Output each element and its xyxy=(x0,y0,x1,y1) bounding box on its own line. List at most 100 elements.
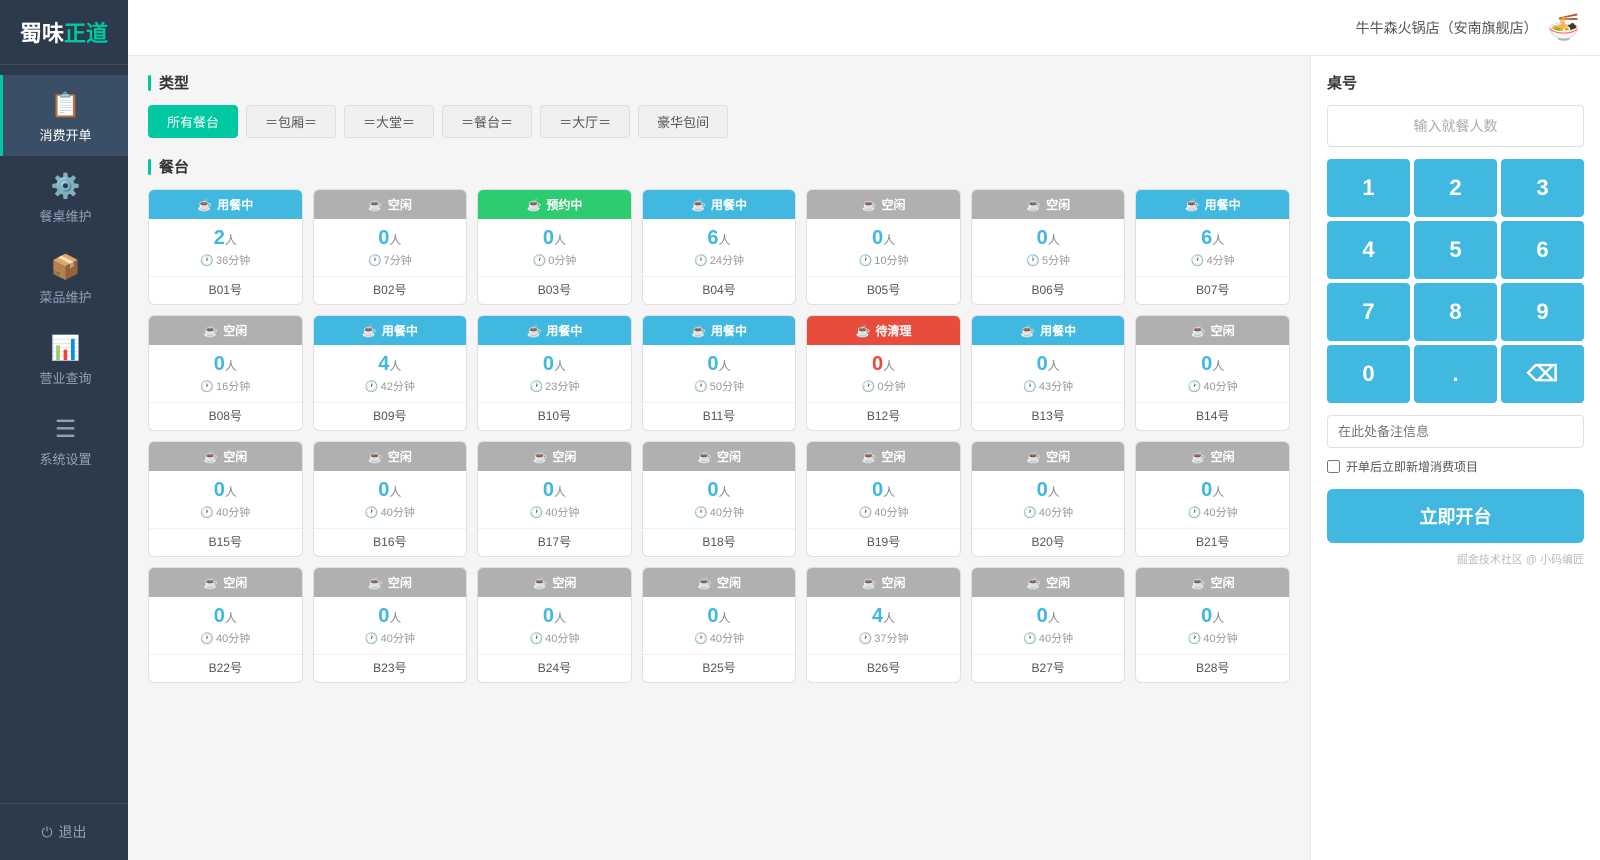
filter-dating[interactable]: ＝大厅＝ xyxy=(540,105,630,138)
sidebar: 蜀味正道 📋 消费开单 ⚙️ 餐桌维护 📦 菜品维护 📊 营业查询 ☰ 系统设置… xyxy=(0,0,128,860)
guest-unit: 人 xyxy=(883,233,895,247)
table-card[interactable]: ☕ 用餐中 6人 🕐 24分钟 B04号 xyxy=(642,189,797,305)
guest-input-display[interactable]: 输入就餐人数 xyxy=(1327,105,1584,147)
table-card[interactable]: ☕ 空闲 0人 🕐 40分钟 B28号 xyxy=(1135,567,1290,683)
table-status: ☕ 空闲 xyxy=(149,568,302,597)
table-card[interactable]: ☕ 空闲 0人 🕐 40分钟 B17号 xyxy=(477,441,632,557)
numpad-btn-6[interactable]: 6 xyxy=(1501,221,1584,279)
table-card[interactable]: ☕ 空闲 4人 🕐 37分钟 B26号 xyxy=(806,567,961,683)
filter-vip[interactable]: ＝包厢＝ xyxy=(246,105,336,138)
table-card[interactable]: ☕ 用餐中 0人 🕐 50分钟 B11号 xyxy=(642,315,797,431)
status-icon: ☕ xyxy=(691,324,706,338)
table-card[interactable]: ☕ 空闲 0人 🕐 10分钟 B05号 xyxy=(806,189,961,305)
logout-button[interactable]: ⏻ 退出 xyxy=(0,803,128,860)
add-items-checkbox[interactable] xyxy=(1327,460,1340,473)
time-value: 16分钟 xyxy=(216,378,250,394)
clock-icon: 🕐 xyxy=(1188,506,1202,519)
remarks-input[interactable] xyxy=(1327,415,1584,448)
sidebar-item-settings[interactable]: ☰ 系统设置 xyxy=(0,399,128,480)
store-info: 牛牛森火锅店（安南旗舰店） 🍜 xyxy=(1356,12,1580,43)
clock-icon: 🕐 xyxy=(529,632,543,645)
clock-icon: 🕐 xyxy=(365,632,379,645)
time-value: 40分钟 xyxy=(710,630,744,646)
filter-luxury[interactable]: 豪华包间 xyxy=(638,105,728,138)
numpad-btn-.[interactable]: . xyxy=(1414,345,1497,403)
guest-unit: 人 xyxy=(389,485,401,499)
sidebar-item-label-table: 餐桌维护 xyxy=(39,206,91,225)
clock-icon: 🕐 xyxy=(200,254,214,267)
time-value: 0分钟 xyxy=(877,378,905,394)
open-table-button[interactable]: 立即开台 xyxy=(1327,489,1584,543)
time-value: 40分钟 xyxy=(216,504,250,520)
filter-table[interactable]: ＝餐台＝ xyxy=(442,105,532,138)
clock-icon: 🕐 xyxy=(1191,254,1205,267)
clock-icon: 🕐 xyxy=(1188,632,1202,645)
table-card[interactable]: ☕ 空闲 0人 🕐 40分钟 B14号 xyxy=(1135,315,1290,431)
numpad-btn-9[interactable]: 9 xyxy=(1501,283,1584,341)
table-info: 0人 🕐 7分钟 xyxy=(314,219,467,272)
sidebar-item-menu[interactable]: 📦 菜品维护 xyxy=(0,237,128,318)
time-value: 10分钟 xyxy=(874,252,908,268)
table-card[interactable]: ☕ 空闲 0人 🕐 40分钟 B18号 xyxy=(642,441,797,557)
table-card[interactable]: ☕ 空闲 0人 🕐 16分钟 B08号 xyxy=(148,315,303,431)
table-card[interactable]: ☕ 空闲 0人 🕐 40分钟 B20号 xyxy=(971,441,1126,557)
table-card[interactable]: ☕ 空闲 0人 🕐 40分钟 B22号 xyxy=(148,567,303,683)
table-time: 🕐 42分钟 xyxy=(320,378,461,394)
numpad-btn-3[interactable]: 3 xyxy=(1501,159,1584,217)
sidebar-item-label-settings: 系统设置 xyxy=(39,449,91,468)
sidebar-item-order[interactable]: 📋 消费开单 xyxy=(0,75,128,156)
table-card[interactable]: ☕ 空闲 0人 🕐 40分钟 B23号 xyxy=(313,567,468,683)
sidebar-item-table[interactable]: ⚙️ 餐桌维护 xyxy=(0,156,128,237)
guest-unit: 人 xyxy=(389,359,401,373)
table-card[interactable]: ☕ 空闲 0人 🕐 40分钟 B21号 xyxy=(1135,441,1290,557)
sidebar-item-report[interactable]: 📊 营业查询 xyxy=(0,318,128,399)
table-card[interactable]: ☕ 空闲 0人 🕐 40分钟 B19号 xyxy=(806,441,961,557)
table-time: 🕐 40分钟 xyxy=(978,504,1119,520)
table-card[interactable]: ☕ 空闲 0人 🕐 40分钟 B27号 xyxy=(971,567,1126,683)
table-card[interactable]: ☕ 待清理 0人 🕐 0分钟 B12号 xyxy=(806,315,961,431)
time-value: 37分钟 xyxy=(874,630,908,646)
table-card[interactable]: ☕ 空闲 0人 🕐 40分钟 B25号 xyxy=(642,567,797,683)
numpad-btn-5[interactable]: 5 xyxy=(1414,221,1497,279)
table-card[interactable]: ☕ 用餐中 6人 🕐 4分钟 B07号 xyxy=(1135,189,1290,305)
filter-all[interactable]: 所有餐台 xyxy=(148,105,238,138)
table-guests: 0人 xyxy=(320,605,461,628)
table-status: ☕ 待清理 xyxy=(807,316,960,345)
table-time: 🕐 40分钟 xyxy=(320,630,461,646)
header: 牛牛森火锅店（安南旗舰店） 🍜 xyxy=(128,0,1600,56)
table-card[interactable]: ☕ 空闲 0人 🕐 5分钟 B06号 xyxy=(971,189,1126,305)
table-time: 🕐 40分钟 xyxy=(155,630,296,646)
numpad-btn-⌫[interactable]: ⌫ xyxy=(1501,345,1584,403)
guest-count: 0 xyxy=(707,353,718,375)
table-card[interactable]: ☕ 用餐中 0人 🕐 43分钟 B13号 xyxy=(971,315,1126,431)
table-info: 0人 🕐 43分钟 xyxy=(972,345,1125,398)
clock-icon: 🕐 xyxy=(694,380,708,393)
table-time: 🕐 0分钟 xyxy=(813,378,954,394)
table-card[interactable]: ☕ 用餐中 2人 🕐 36分钟 B01号 xyxy=(148,189,303,305)
table-number: B21号 xyxy=(1136,528,1289,556)
numpad-btn-1[interactable]: 1 xyxy=(1327,159,1410,217)
numpad-btn-8[interactable]: 8 xyxy=(1414,283,1497,341)
numpad-btn-4[interactable]: 4 xyxy=(1327,221,1410,279)
guest-count: 0 xyxy=(1037,227,1048,249)
status-label: 空闲 xyxy=(1046,196,1070,213)
status-icon: ☕ xyxy=(203,324,218,338)
numpad-btn-0[interactable]: 0 xyxy=(1327,345,1410,403)
filter-hall[interactable]: ＝大堂＝ xyxy=(344,105,434,138)
numpad-btn-2[interactable]: 2 xyxy=(1414,159,1497,217)
table-card[interactable]: ☕ 空闲 0人 🕐 40分钟 B24号 xyxy=(477,567,632,683)
table-info: 0人 🕐 40分钟 xyxy=(643,597,796,650)
table-card[interactable]: ☕ 用餐中 0人 🕐 23分钟 B10号 xyxy=(477,315,632,431)
table-card[interactable]: ☕ 用餐中 4人 🕐 42分钟 B09号 xyxy=(313,315,468,431)
table-time: 🕐 7分钟 xyxy=(320,252,461,268)
table-card[interactable]: ☕ 空闲 0人 🕐 7分钟 B02号 xyxy=(313,189,468,305)
table-card[interactable]: ☕ 空闲 0人 🕐 40分钟 B16号 xyxy=(313,441,468,557)
guest-unit: 人 xyxy=(1212,359,1224,373)
table-time: 🕐 36分钟 xyxy=(155,252,296,268)
time-value: 23分钟 xyxy=(545,378,579,394)
table-card[interactable]: ☕ 空闲 0人 🕐 40分钟 B15号 xyxy=(148,441,303,557)
time-value: 40分钟 xyxy=(710,504,744,520)
numpad-btn-7[interactable]: 7 xyxy=(1327,283,1410,341)
table-card[interactable]: ☕ 预约中 0人 🕐 0分钟 B03号 xyxy=(477,189,632,305)
status-label: 空闲 xyxy=(552,574,576,591)
